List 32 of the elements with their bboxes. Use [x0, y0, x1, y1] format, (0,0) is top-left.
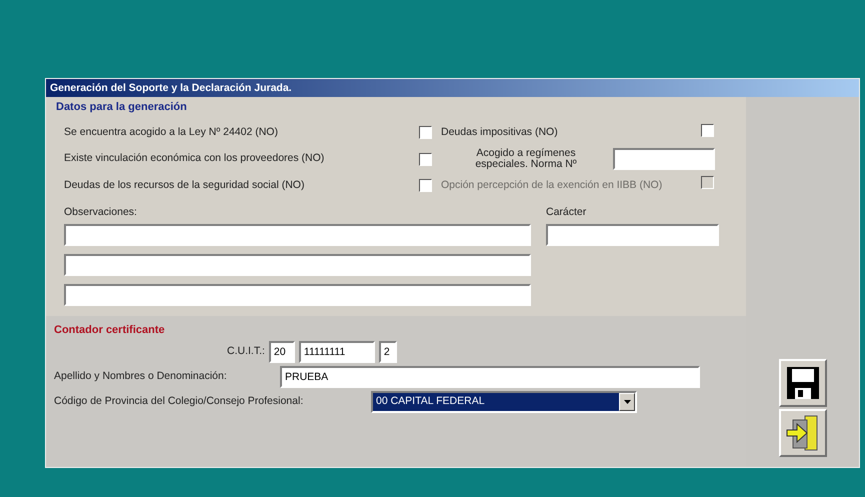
input-field[interactable]: 11111111	[298, 341, 375, 364]
field-label: Carácter	[546, 205, 588, 220]
field-label: Acogido a regímenes especiales. Norma Nº	[474, 148, 578, 170]
section-heading: Datos para la generación	[56, 100, 188, 115]
checkbox[interactable]	[419, 126, 432, 140]
section-heading: Contador certificante	[54, 322, 166, 338]
dropdown[interactable]: 00 CAPITAL FEDERAL	[371, 391, 637, 414]
input-field[interactable]: 2	[378, 341, 397, 364]
window-title: Generación del Soporte y la Declaración Jurada.	[46, 79, 859, 97]
dropdown-value: 00 CAPITAL FEDERAL	[373, 393, 619, 412]
checkbox-label: Opción percepción de la exención en IIBB (NO)	[441, 180, 664, 192]
save-button[interactable]	[778, 359, 826, 407]
exit-door-icon	[784, 414, 820, 452]
input-field[interactable]	[546, 224, 719, 246]
input-field[interactable]	[64, 254, 531, 276]
exit-button[interactable]	[778, 409, 826, 457]
checkbox-label: Existe vinculación económica con los proveedores (NO)	[64, 151, 326, 166]
field-label: C.U.I.T.:	[227, 344, 265, 360]
input-field[interactable]	[64, 284, 531, 306]
checkbox-label: Se encuentra acogido a la Ley Nº 24402 (NO)	[64, 125, 279, 140]
input-field[interactable]: PRUEBA	[280, 366, 700, 388]
input-field[interactable]	[64, 224, 531, 246]
field-label: Código de Provincia del Colegio/Consejo Profesional:	[54, 394, 304, 410]
checkbox-label: Deudas de los recursos de la seguridad social (NO)	[64, 178, 306, 193]
input-field[interactable]	[613, 148, 715, 170]
input-field[interactable]: 20	[268, 341, 295, 364]
checkbox-label: Deudas impositivas (NO)	[441, 127, 559, 138]
field-label: Observaciones:	[64, 205, 138, 220]
checkbox[interactable]	[419, 179, 432, 192]
checkbox[interactable]	[419, 152, 432, 166]
field-label: Apellido y Nombres o Denominación:	[54, 369, 228, 384]
checkbox[interactable]	[701, 124, 714, 136]
